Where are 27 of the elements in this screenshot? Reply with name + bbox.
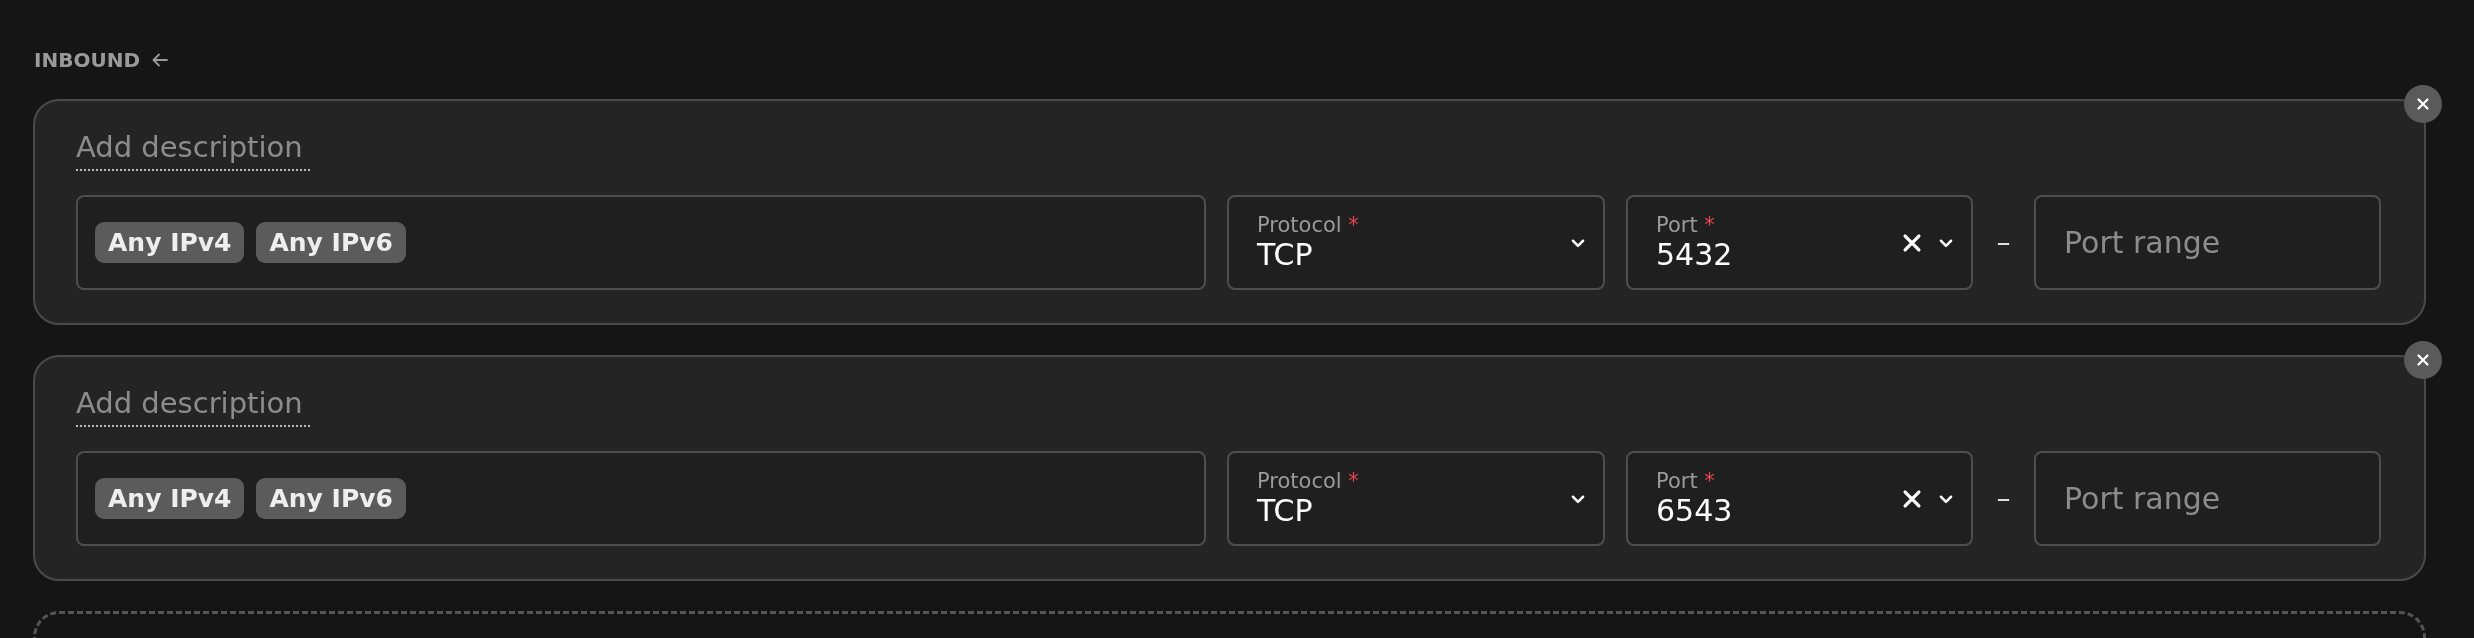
- source-tag: Any IPv6: [256, 222, 406, 263]
- port-select[interactable]: Port * 5432: [1626, 195, 1973, 290]
- description-field[interactable]: Add description: [76, 383, 310, 427]
- range-separator: –: [1995, 482, 2012, 515]
- source-tag: Any IPv4: [95, 478, 245, 519]
- protocol-label: Protocol *: [1257, 213, 1360, 237]
- port-range-field[interactable]: Port range: [2034, 195, 2381, 290]
- source-tag: Any IPv6: [256, 478, 406, 519]
- close-icon: [2415, 96, 2431, 112]
- close-button[interactable]: [2404, 341, 2442, 379]
- source-field[interactable]: Any IPv4 Any IPv6: [76, 195, 1206, 290]
- source-tag: Any IPv4: [95, 222, 245, 263]
- clear-icon[interactable]: [1901, 487, 1923, 510]
- protocol-select[interactable]: Protocol * TCP: [1227, 195, 1605, 290]
- description-field[interactable]: Add description: [76, 127, 310, 171]
- protocol-select[interactable]: Protocol * TCP: [1227, 451, 1605, 546]
- port-label: Port *: [1656, 213, 1716, 237]
- port-label: Port *: [1656, 469, 1716, 493]
- protocol-label: Protocol *: [1257, 469, 1360, 493]
- close-button[interactable]: [2404, 85, 2442, 123]
- source-field[interactable]: Any IPv4 Any IPv6: [76, 451, 1206, 546]
- clear-icon[interactable]: [1901, 231, 1923, 254]
- section-title: INBOUND: [34, 48, 140, 72]
- port-range-field[interactable]: Port range: [2034, 451, 2381, 546]
- range-separator: –: [1995, 226, 2012, 259]
- close-icon: [2415, 352, 2431, 368]
- port-select[interactable]: Port * 6543: [1626, 451, 1973, 546]
